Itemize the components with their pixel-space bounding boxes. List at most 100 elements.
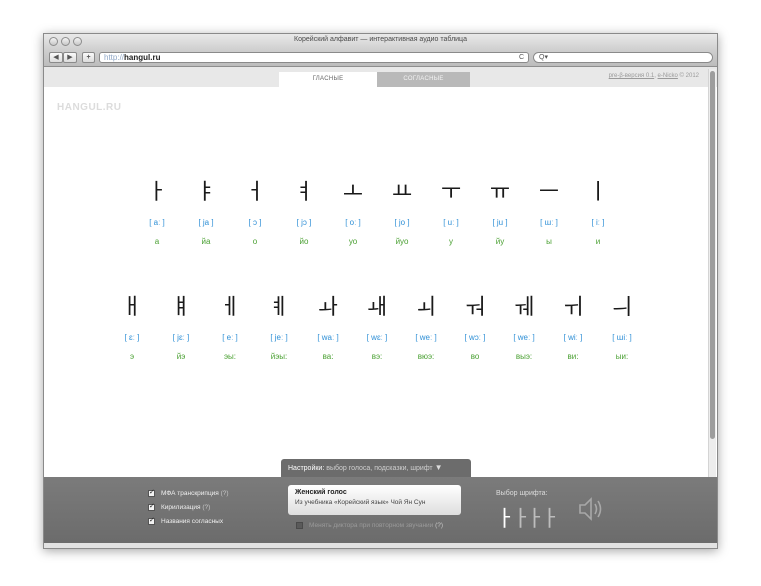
cyrillic-transcription: йэы: bbox=[270, 352, 288, 361]
jamo-glyph[interactable]: ㅞ bbox=[502, 289, 546, 321]
ipa-transcription: [ ɯiː ] bbox=[612, 333, 632, 342]
option-cyrillic[interactable]: Кирилизация (?) bbox=[148, 502, 210, 511]
vowel-cell[interactable]: ㅡ [ ɯː ] ы bbox=[527, 174, 571, 246]
consonant-names-checkbox[interactable] bbox=[148, 516, 155, 525]
help-icon[interactable]: (?) bbox=[435, 522, 443, 529]
vowel-cell[interactable]: ㅢ [ ɯiː ] ыи: bbox=[600, 289, 644, 361]
jamo-glyph[interactable]: ㅢ bbox=[600, 289, 644, 321]
reload-icon[interactable]: C bbox=[519, 53, 524, 62]
jamo-glyph[interactable]: ㅒ bbox=[159, 289, 203, 321]
vowel-cell[interactable]: ㅓ [ ɔ ] о bbox=[233, 174, 277, 246]
scrollbar-thumb[interactable] bbox=[710, 71, 715, 439]
cyrillic-transcription: э bbox=[129, 352, 135, 361]
cyrillic-transcription: йэ bbox=[176, 352, 186, 361]
help-icon[interactable]: (?) bbox=[221, 490, 229, 497]
ipa-transcription: [ ju ] bbox=[492, 218, 508, 227]
cyrillic-transcription: о bbox=[252, 237, 258, 246]
ipa-transcription: [ wiː ] bbox=[563, 333, 583, 342]
voice-title: Женский голос bbox=[295, 489, 347, 496]
vowel-cell[interactable]: ㅏ [ aː ] а bbox=[135, 174, 179, 246]
settings-toggle[interactable]: Настройки: выбор голоса, подсказки, шриф… bbox=[281, 459, 471, 478]
jamo-glyph[interactable]: ㅡ bbox=[527, 174, 571, 206]
version-info: pre-β-версия 0.1, e-Nicko © 2012 bbox=[608, 73, 699, 79]
cyrillic-transcription: йа bbox=[201, 237, 211, 246]
cyrillic-transcription: во bbox=[470, 352, 480, 361]
vowel-cell[interactable]: ㅚ [ weː ] вюэ: bbox=[404, 289, 448, 361]
cyrillic-transcription: уо bbox=[348, 237, 358, 246]
vertical-scrollbar[interactable] bbox=[708, 69, 716, 545]
jamo-glyph[interactable]: ㅐ bbox=[110, 289, 154, 321]
vowel-cell[interactable]: ㅞ [ weː ] выэ: bbox=[502, 289, 546, 361]
forward-button[interactable]: ▶ bbox=[63, 52, 77, 63]
jamo-glyph[interactable]: ㅜ bbox=[429, 174, 473, 206]
jamo-glyph[interactable]: ㅖ bbox=[257, 289, 301, 321]
window-title: Корейский алфавит — интерактивная аудио … bbox=[294, 36, 467, 43]
cyrillic-transcription: выэ: bbox=[515, 352, 533, 361]
browser-toolbar: ◀ ▶ + http://hangul.ru C Q▾ bbox=[44, 50, 717, 67]
jamo-glyph[interactable]: ㅙ bbox=[355, 289, 399, 321]
voice-selector[interactable]: Женский голос Из учебника «Корейский язы… bbox=[288, 485, 461, 515]
jamo-glyph[interactable]: ㅚ bbox=[404, 289, 448, 321]
jamo-glyph[interactable]: ㅟ bbox=[551, 289, 595, 321]
search-field[interactable]: Q▾ bbox=[533, 52, 713, 63]
cyrillic-transcription: йуо bbox=[395, 237, 409, 246]
ipa-transcription: [ ɯː ] bbox=[540, 218, 558, 227]
jamo-glyph[interactable]: ㅕ bbox=[282, 174, 326, 206]
vowel-cell[interactable]: ㅒ [ jɛː ] йэ bbox=[159, 289, 203, 361]
font-selector-label: Выбор шрифта: bbox=[496, 490, 548, 497]
jamo-glyph[interactable]: ㅔ bbox=[208, 289, 252, 321]
author-link[interactable]: e-Nicko bbox=[658, 73, 678, 79]
address-bar[interactable]: http://hangul.ru C bbox=[99, 52, 529, 63]
vowel-cell[interactable]: ㅘ [ waː ] ва: bbox=[306, 289, 350, 361]
jamo-glyph[interactable]: ㅠ bbox=[478, 174, 522, 206]
ipa-transcription: [ wɛː ] bbox=[366, 333, 388, 342]
vowel-cell[interactable]: ㅗ [ oː ] уо bbox=[331, 174, 375, 246]
add-bookmark-button[interactable]: + bbox=[82, 52, 95, 63]
font-option-4[interactable]: ㅏ bbox=[540, 501, 560, 533]
ipa-transcription: [ oː ] bbox=[345, 218, 361, 227]
jamo-glyph[interactable]: ㅣ bbox=[576, 174, 620, 206]
back-button[interactable]: ◀ bbox=[49, 52, 63, 63]
change-speaker-checkbox[interactable] bbox=[296, 522, 303, 529]
vowel-cell[interactable]: ㅐ [ ɛː ] э bbox=[110, 289, 154, 361]
settings-label: Настройки: bbox=[288, 465, 325, 472]
jamo-glyph[interactable]: ㅘ bbox=[306, 289, 350, 321]
ipa-transcription: [ waː ] bbox=[317, 333, 339, 342]
speaker-icon[interactable] bbox=[577, 496, 607, 522]
site-logo[interactable]: HANGUL.RU bbox=[57, 102, 122, 113]
vowel-cell[interactable]: ㅔ [ eː ] эы: bbox=[208, 289, 252, 361]
jamo-glyph[interactable]: ㅛ bbox=[380, 174, 424, 206]
ipa-checkbox[interactable] bbox=[148, 488, 155, 497]
tab-consonants[interactable]: СОГЛАСНЫЕ bbox=[377, 72, 470, 87]
cyrillic-transcription: у bbox=[449, 237, 453, 246]
vowel-cell[interactable]: ㅕ [ jɔ ] йо bbox=[282, 174, 326, 246]
tab-vowels[interactable]: ГЛАСНЫЕ bbox=[279, 72, 377, 87]
jamo-glyph[interactable]: ㅏ bbox=[135, 174, 179, 206]
ipa-transcription: [ jɛː ] bbox=[172, 333, 190, 342]
vowel-cell[interactable]: ㅣ [ iː ] и bbox=[576, 174, 620, 246]
option-change-speaker[interactable]: Менять диктора при повторном звучании (?… bbox=[296, 522, 443, 529]
version-link[interactable]: pre-β-версия 0.1 bbox=[609, 73, 655, 79]
vowel-cell[interactable]: ㅜ [ uː ] у bbox=[429, 174, 473, 246]
titlebar: Корейский алфавит — интерактивная аудио … bbox=[44, 34, 717, 50]
vowel-cell[interactable]: ㅖ [ jeː ] йэы: bbox=[257, 289, 301, 361]
vowel-cell[interactable]: ㅟ [ wiː ] ви: bbox=[551, 289, 595, 361]
cyrillic-transcription: йу bbox=[495, 237, 505, 246]
vowel-cell[interactable]: ㅙ [ wɛː ] вэ: bbox=[355, 289, 399, 361]
option-ipa[interactable]: МФА транскрипция (?) bbox=[148, 488, 229, 497]
vowel-cell[interactable]: ㅠ [ ju ] йу bbox=[478, 174, 522, 246]
ipa-transcription: [ jo ] bbox=[394, 218, 410, 227]
option-consonant-names[interactable]: Названия согласных bbox=[148, 516, 223, 525]
vowel-cell[interactable]: ㅛ [ jo ] йуо bbox=[380, 174, 424, 246]
url-protocol: http:// bbox=[104, 53, 125, 62]
vowel-cell[interactable]: ㅑ [ ja ] йа bbox=[184, 174, 228, 246]
jamo-glyph[interactable]: ㅓ bbox=[233, 174, 277, 206]
help-icon[interactable]: (?) bbox=[202, 504, 210, 511]
cyrillic-checkbox[interactable] bbox=[148, 502, 155, 511]
ipa-transcription: [ wɔː ] bbox=[464, 333, 486, 342]
jamo-glyph[interactable]: ㅑ bbox=[184, 174, 228, 206]
ipa-transcription: [ weː ] bbox=[513, 333, 535, 342]
jamo-glyph[interactable]: ㅗ bbox=[331, 174, 375, 206]
vowel-cell[interactable]: ㅝ [ wɔː ] во bbox=[453, 289, 497, 361]
jamo-glyph[interactable]: ㅝ bbox=[453, 289, 497, 321]
